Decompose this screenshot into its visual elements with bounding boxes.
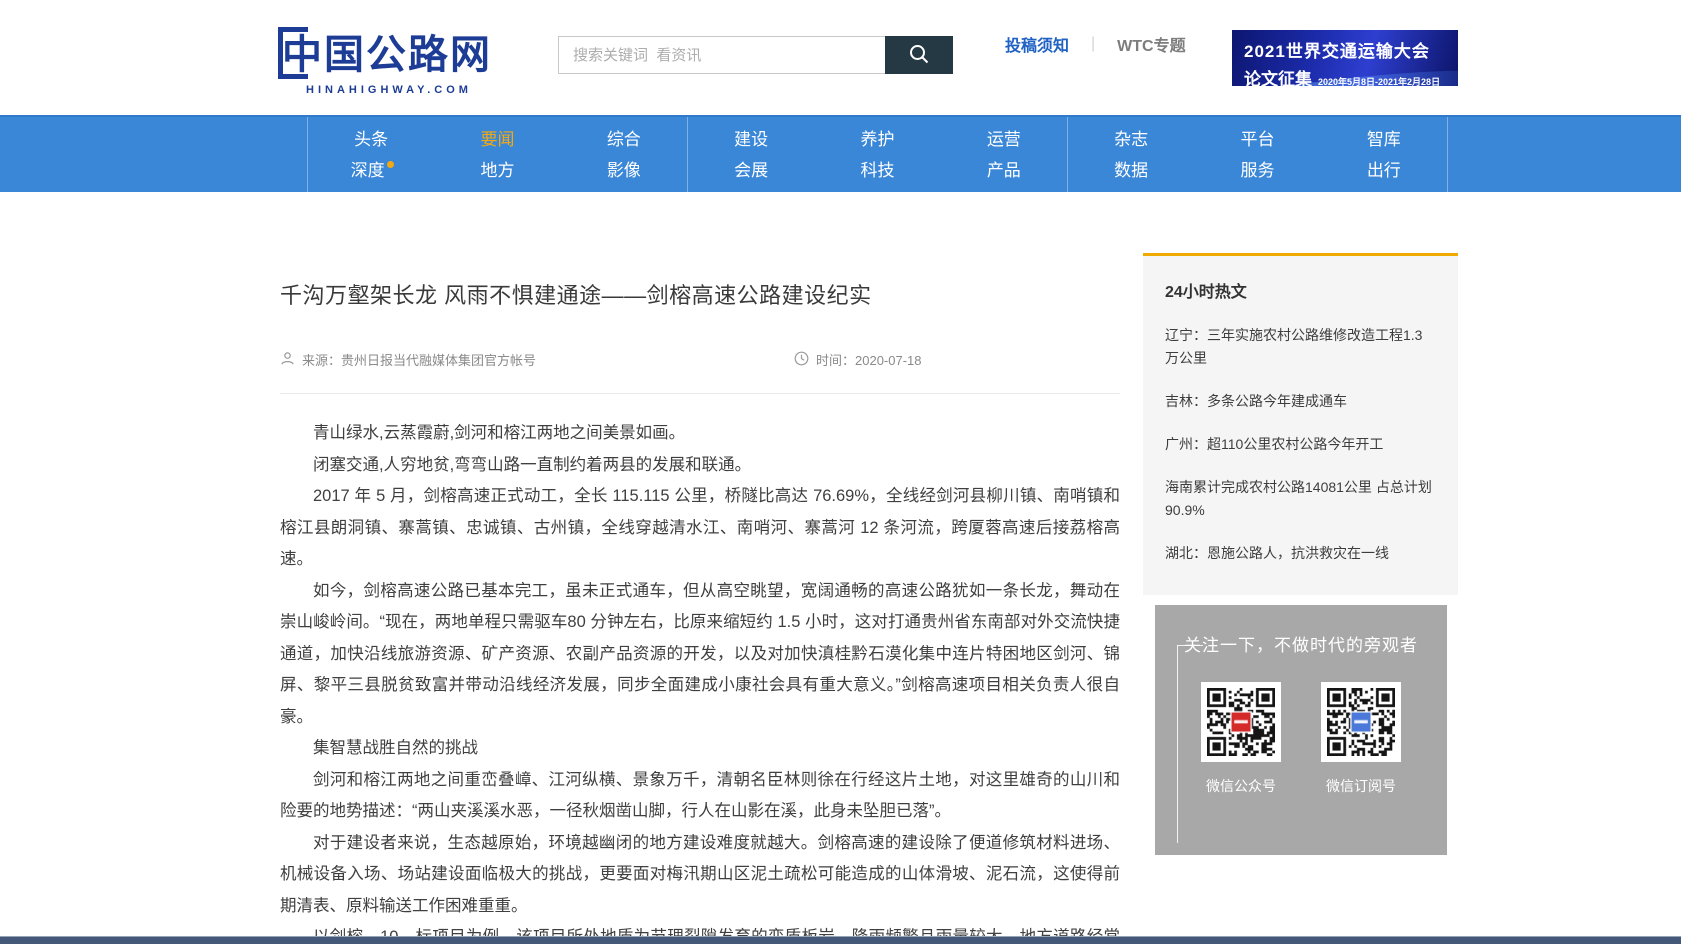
nav-col-toutiao: 头条 深度 [308, 117, 434, 192]
logo-subtitle: HINAHIGHWAY.COM [306, 84, 548, 96]
wechat-follow-box: 关注一下，不做时代的旁观者 微信公众号 微信订阅号 [1155, 605, 1447, 855]
article-paragraph: 2017 年 5 月，剑榕高速正式动工，全长 115.115 公里，桥隧比高达 … [280, 481, 1120, 576]
hot-article-link[interactable]: 海南累计完成农村公路14081公里 占总计划90.9% [1165, 476, 1436, 522]
article-source-text: 来源：贵州日报当代融媒体集团官方帐号 [302, 350, 536, 369]
site-header: 中国公路网 HINAHIGHWAY.COM 投稿须知 | WTC专题 2021世… [0, 0, 1681, 115]
article-paragraph: 剑河和榕江两地之间重峦叠嶂、江河纵横、景象万千，清朝名臣林则徐在行经这片土地，对… [280, 765, 1120, 828]
qr-label-subscription: 微信订阅号 [1321, 776, 1401, 796]
nav-item-zonghe[interactable]: 综合 [561, 124, 687, 155]
submission-notice-link[interactable]: 投稿须知 [1005, 32, 1069, 56]
header-links: 投稿须知 | WTC专题 [1005, 32, 1186, 56]
nav-col-pingtai: 平台 服务 [1194, 117, 1320, 192]
follow-title: 关注一下，不做时代的旁观者 [1155, 631, 1447, 656]
nav-item-keji[interactable]: 科技 [814, 155, 940, 186]
nav-group-2: 建设 会展 养护 科技 运营 产品 [687, 117, 1067, 192]
search-bar [558, 36, 953, 74]
hot-articles-box: 24小时热文 辽宁：三年实施农村公路维修改造工程1.3万公里 吉林：多条公路今年… [1143, 253, 1458, 595]
hot-article-link[interactable]: 广州：超110公里农村公路今年开工 [1165, 433, 1436, 456]
nav-item-pingtai[interactable]: 平台 [1194, 124, 1320, 155]
article-paragraph: 青山绿水,云蒸霞蔚,剑河和榕江两地之间美景如画。 [280, 418, 1120, 450]
article-body: 青山绿水,云蒸霞蔚,剑河和榕江两地之间美景如画。 闭塞交通,人穷地贫,弯弯山路一… [280, 418, 1120, 944]
wechat-official-qr-icon [1201, 682, 1281, 762]
article-time-text: 时间：2020-07-18 [816, 350, 922, 369]
search-input[interactable] [558, 36, 885, 74]
article-paragraph: 闭塞交通,人穷地贫,弯弯山路一直制约着两县的发展和联通。 [280, 450, 1120, 482]
nav-item-yunying[interactable]: 运营 [941, 124, 1067, 155]
new-dot-icon [387, 161, 394, 168]
nav-item-yingxiang[interactable]: 影像 [561, 155, 687, 186]
nav-item-yanghu[interactable]: 养护 [814, 124, 940, 155]
article-meta: 来源：贵州日报当代融媒体集团官方帐号 时间：2020-07-18 [280, 350, 1120, 369]
qr-tile-subscription: 微信订阅号 [1321, 682, 1401, 796]
qr-label-official: 微信公众号 [1201, 776, 1281, 796]
banner-line1: 2021世界交通运输大会 [1244, 37, 1458, 62]
qr-tile-official: 微信公众号 [1201, 682, 1281, 796]
nav-col-yunying: 运营 产品 [941, 117, 1067, 192]
hot-articles-title: 24小时热文 [1165, 278, 1436, 302]
article-paragraph: 对于建设者来说，生态越原始，环境越幽闭的地方建设难度就越大。剑榕高速的建设除了便… [280, 828, 1120, 923]
nav-col-zazhi: 杂志 数据 [1068, 117, 1194, 192]
nav-item-jianshe[interactable]: 建设 [688, 124, 814, 155]
nav-item-yaowen-active[interactable]: 要闻 [434, 124, 560, 155]
article-divider [280, 393, 1120, 394]
article: 千沟万壑架长龙 风雨不惧建通途——剑榕高速公路建设纪实 来源：贵州日报当代融媒体… [280, 225, 1120, 944]
search-button[interactable] [885, 36, 953, 74]
hot-article-link[interactable]: 吉林：多条公路今年建成通车 [1165, 390, 1436, 413]
nav-item-chuxing[interactable]: 出行 [1321, 155, 1447, 186]
article-time: 时间：2020-07-18 [794, 350, 922, 369]
wtc-conference-banner[interactable]: 2021世界交通运输大会 论文征集2020年5月8日-2021年2月28日 [1232, 30, 1458, 86]
nav-item-shuju[interactable]: 数据 [1068, 155, 1194, 186]
frame-decoration [1177, 645, 1178, 843]
wechat-subscription-qr-icon [1321, 682, 1401, 762]
article-paragraph: 集智慧战胜自然的挑战 [280, 733, 1120, 765]
banner-dates: 2020年5月8日-2021年2月28日 [1318, 77, 1440, 86]
nav-col-yaowen: 要闻 地方 [434, 117, 560, 192]
nav-item-shendu[interactable]: 深度 [308, 155, 434, 186]
site-logo[interactable]: 中国公路网 HINAHIGHWAY.COM [278, 22, 548, 96]
nav-item-difang[interactable]: 地方 [434, 155, 560, 186]
header-links-divider: | [1091, 35, 1095, 53]
clock-icon [794, 351, 816, 369]
article-title: 千沟万壑架长龙 风雨不惧建通途——剑榕高速公路建设纪实 [280, 278, 1120, 310]
main-nav: 头条 深度 要闻 地方 综合 影像 建设 会展 养护 科技 运营 [0, 115, 1681, 192]
article-paragraph: 如今，剑榕高速公路已基本完工，虽未正式通车，但从高空眺望，宽阔通畅的高速公路犹如… [280, 576, 1120, 734]
nav-col-yanghu: 养护 科技 [814, 117, 940, 192]
banner-line2: 论文征集2020年5月8日-2021年2月28日 [1244, 65, 1458, 86]
nav-group-1: 头条 深度 要闻 地方 综合 影像 [307, 117, 687, 192]
person-icon [280, 351, 302, 369]
nav-item-chanpin[interactable]: 产品 [941, 155, 1067, 186]
qr-row: 微信公众号 微信订阅号 [1155, 682, 1447, 796]
nav-item-huizhan[interactable]: 会展 [688, 155, 814, 186]
wtc-topic-link[interactable]: WTC专题 [1117, 32, 1185, 56]
nav-col-zonghe: 综合 影像 [561, 117, 687, 192]
nav-col-jianshe: 建设 会展 [688, 117, 814, 192]
footer-bar [0, 936, 1681, 944]
article-source: 来源：贵州日报当代融媒体集团官方帐号 [280, 350, 536, 369]
frame-decoration [1177, 645, 1203, 646]
nav-inner: 头条 深度 要闻 地方 综合 影像 建设 会展 养护 科技 运营 [307, 117, 1448, 192]
nav-item-zazhi[interactable]: 杂志 [1068, 124, 1194, 155]
nav-col-zhiku: 智库 出行 [1321, 117, 1447, 192]
nav-item-zhiku[interactable]: 智库 [1321, 124, 1447, 155]
hot-article-link[interactable]: 湖北：恩施公路人，抗洪救灾在一线 [1165, 542, 1436, 565]
logo-bracket-icon [278, 27, 308, 79]
nav-item-fuwu[interactable]: 服务 [1194, 155, 1320, 186]
nav-item-toutiao[interactable]: 头条 [308, 124, 434, 155]
nav-group-3: 杂志 数据 平台 服务 智库 出行 [1067, 117, 1448, 192]
hot-article-link[interactable]: 辽宁：三年实施农村公路维修改造工程1.3万公里 [1165, 324, 1436, 370]
logo-title: 中国公路网 [282, 22, 492, 80]
search-icon [908, 43, 930, 68]
